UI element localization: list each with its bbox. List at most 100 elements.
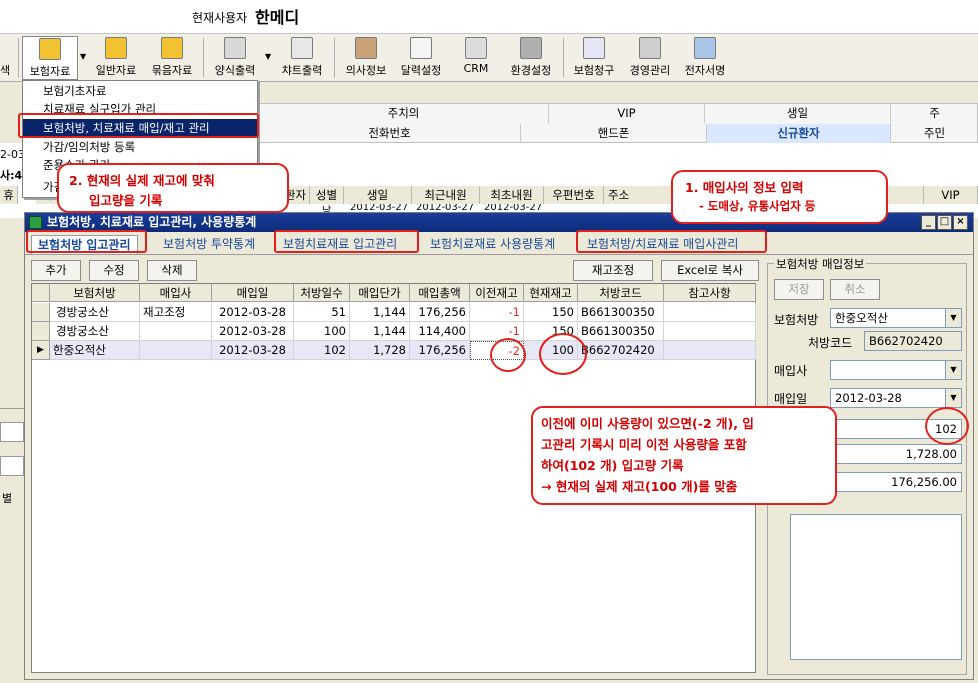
chevron-down-icon[interactable]: ▼: [945, 361, 961, 379]
grid-cell[interactable]: B661300350: [578, 303, 664, 322]
annotation-callout-1: 1. 매입사의 정보 입력 - 도매상, 유통사업자 등: [671, 170, 888, 224]
toolbar-bundle-data-button[interactable]: 묶음자료: [146, 36, 198, 80]
chevron-down-icon[interactable]: ▼: [80, 52, 86, 61]
row-header[interactable]: [32, 322, 50, 341]
grid-cell[interactable]: [140, 322, 212, 341]
row-header-selected[interactable]: ▶: [32, 341, 50, 360]
grid-corner: [32, 284, 50, 302]
column-header: 최근내원: [412, 186, 480, 204]
column-header[interactable]: 매입단가: [350, 284, 410, 302]
column-header[interactable]: 참고사항: [664, 284, 756, 302]
chevron-down-icon[interactable]: ▼: [265, 52, 271, 61]
column-header: 성별: [310, 186, 344, 204]
grid-cell[interactable]: 경방궁소산: [50, 322, 140, 341]
toolbar-chart-print-button[interactable]: 챠트출력: [276, 36, 328, 80]
toolbar-crm-button[interactable]: CRM: [456, 36, 496, 80]
column-header[interactable]: 매입총액: [410, 284, 470, 302]
grid-cell[interactable]: 1,144: [350, 303, 410, 322]
grid-cell[interactable]: -1: [470, 303, 524, 322]
grid-cell[interactable]: -1: [470, 322, 524, 341]
grid-cell[interactable]: 경방궁소산: [50, 303, 140, 322]
grid-cell[interactable]: 한중오적산: [50, 341, 140, 360]
column-header[interactable]: 현재재고: [524, 284, 578, 302]
chevron-down-icon[interactable]: ▼: [945, 309, 961, 327]
new-patient-tab[interactable]: 신규환자: [707, 124, 891, 143]
maximize-icon[interactable]: □: [937, 215, 952, 230]
grid-cell[interactable]: 2012-03-28: [212, 303, 294, 322]
toolbar-separator: [203, 38, 204, 78]
calendar-icon: [410, 37, 432, 59]
grid-cell[interactable]: [140, 341, 212, 360]
close-icon[interactable]: ×: [953, 215, 968, 230]
menu-item-insurance-basic-data[interactable]: 보험기초자료: [43, 83, 106, 101]
unit-price-field[interactable]: 1,728.00: [830, 444, 962, 464]
toolbar-insurance-claim-button[interactable]: 보험청구: [568, 36, 620, 80]
prescription-code-field: B662702420: [864, 331, 962, 351]
patient-info-header: 주치의 VIP 생일 주 전화번호 핸드폰 신규환자 주민: [258, 103, 978, 143]
cancel-button[interactable]: 취소: [830, 279, 880, 300]
grid-cell[interactable]: 51: [294, 303, 350, 322]
menu-item-custom-prescription[interactable]: 가감/임의처방 등록: [43, 139, 135, 157]
annotation-callout-2: 2. 현재의 실제 재고에 맞춰 입고량을 기록: [57, 163, 289, 213]
edit-button[interactable]: 수정: [89, 260, 139, 281]
toolbar-general-data-button[interactable]: 일반자료: [90, 36, 142, 80]
grid-cell[interactable]: [664, 322, 756, 341]
highlight-ring-previous-stock: [490, 338, 526, 372]
label-fragment: 사:4: [0, 169, 23, 182]
column-header[interactable]: 처방코드: [578, 284, 664, 302]
grid-cell[interactable]: 1,144: [350, 322, 410, 341]
toolbar-calendar-settings-button[interactable]: 달력설정: [395, 36, 447, 80]
column-header[interactable]: 이전재고: [470, 284, 524, 302]
grid-cell[interactable]: B662702420: [578, 341, 664, 360]
total-amount-field[interactable]: 176,256.00: [830, 472, 962, 492]
chart-print-icon: [291, 37, 313, 59]
highlight-tab-prescription-stock: [26, 230, 147, 253]
grid-cell[interactable]: 150: [524, 303, 578, 322]
grid-cell[interactable]: 176,256: [410, 341, 470, 360]
grid-cell[interactable]: 2012-03-28: [212, 341, 294, 360]
column-header[interactable]: 보험처방: [50, 284, 140, 302]
grid-cell[interactable]: [664, 303, 756, 322]
column-header[interactable]: 매입일: [212, 284, 294, 302]
toolbar-insurance-data-button[interactable]: 보험자료: [22, 36, 78, 80]
save-button[interactable]: 저장: [774, 279, 824, 300]
folder-icon: [39, 38, 61, 60]
grid-cell[interactable]: 114,400: [410, 322, 470, 341]
purchase-date-label: 매입일: [774, 392, 808, 406]
title-bar: 현재사용자 한메디: [0, 0, 978, 34]
grid-cell[interactable]: B661300350: [578, 322, 664, 341]
vendor-select[interactable]: ▼: [830, 360, 962, 380]
add-button[interactable]: 추가: [31, 260, 81, 281]
column-header[interactable]: 처방일수: [294, 284, 350, 302]
prescription-select[interactable]: 한중오적산 ▼: [830, 308, 962, 328]
toolbar-management-button[interactable]: 경영관리: [624, 36, 676, 80]
stock-adjust-button[interactable]: 재고조정: [573, 260, 653, 281]
grid-cell[interactable]: 2012-03-28: [212, 322, 294, 341]
vendor-label: 매입사: [774, 364, 808, 378]
chevron-down-icon[interactable]: ▼: [945, 389, 961, 407]
grid-cell[interactable]: [664, 341, 756, 360]
toolbar-e-signature-button[interactable]: 전자서명: [679, 36, 731, 80]
notes-textarea[interactable]: [790, 514, 962, 660]
excel-copy-button[interactable]: Excel로 복사: [661, 260, 759, 281]
side-label: 별: [2, 492, 13, 505]
grid-cell[interactable]: 1,728: [350, 341, 410, 360]
header-cell: 주: [891, 104, 978, 123]
panel-title: 보험처방 매입정보: [774, 256, 867, 272]
tab-material-usage-stats[interactable]: 보험치료재료 사용량통계: [424, 235, 561, 254]
column-header[interactable]: 매입사: [140, 284, 212, 302]
toolbar-environment-settings-button[interactable]: 환경설정: [505, 36, 557, 80]
tab-prescription-stats[interactable]: 보험처방 투약통계: [157, 235, 261, 254]
settings-icon: [520, 37, 542, 59]
row-header[interactable]: [32, 303, 50, 322]
grid-cell[interactable]: 102: [294, 341, 350, 360]
purchase-date-picker[interactable]: 2012-03-28 ▼: [830, 388, 962, 408]
toolbar-separator: [18, 38, 19, 78]
minimize-icon[interactable]: _: [921, 215, 936, 230]
grid-cell[interactable]: 100: [294, 322, 350, 341]
toolbar-form-print-button[interactable]: 양식출력: [208, 36, 262, 80]
toolbar-doctor-info-button[interactable]: 의사정보: [340, 36, 392, 80]
grid-cell[interactable]: 176,256: [410, 303, 470, 322]
grid-cell[interactable]: 재고조정: [140, 303, 212, 322]
delete-button[interactable]: 삭제: [147, 260, 197, 281]
